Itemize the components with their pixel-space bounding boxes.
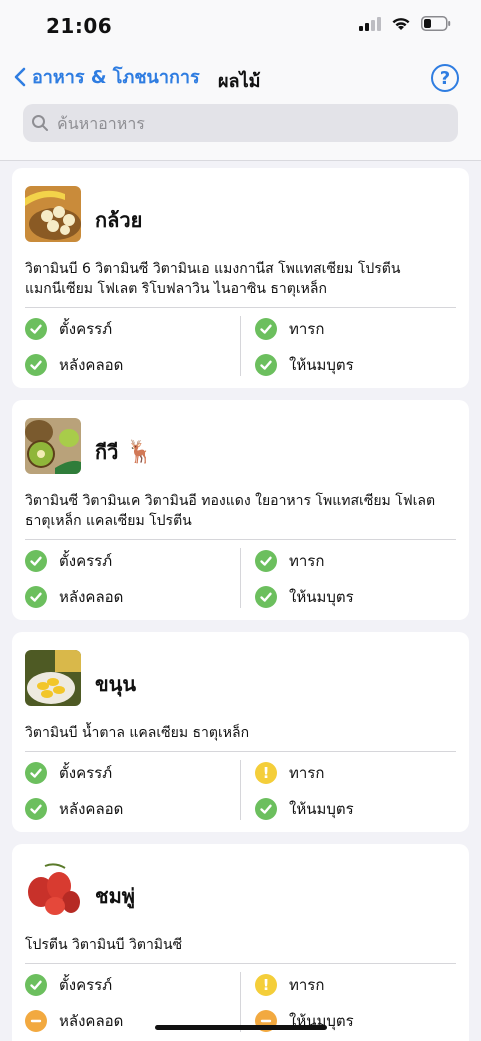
exclamation-icon: ! bbox=[255, 762, 277, 784]
status-postpartum: หลังคลอด bbox=[25, 1009, 123, 1033]
divider bbox=[25, 539, 456, 540]
food-name: ขนุน bbox=[95, 672, 137, 696]
status-pregnant: ตั้งครรภ์ bbox=[25, 973, 112, 997]
check-icon bbox=[25, 318, 47, 340]
food-nutrients: วิตามินบี น้ำตาล แคลเซียม ธาตุเหล็ก bbox=[25, 725, 250, 741]
check-icon bbox=[255, 318, 277, 340]
status-postpartum: หลังคลอด bbox=[25, 797, 123, 821]
food-image bbox=[25, 186, 81, 242]
check-icon bbox=[25, 974, 47, 996]
divider bbox=[240, 972, 241, 1032]
food-card-jackfruit[interactable]: ขนุน วิตามินบี น้ำตาล แคลเซียม ธาตุเหล็ก… bbox=[12, 632, 469, 832]
food-nutrients: โปรตีน วิตามินบี วิตามินซี bbox=[25, 937, 183, 953]
status-breastfeeding: ให้นมบุตร bbox=[255, 353, 354, 377]
check-icon bbox=[255, 354, 277, 376]
search-icon bbox=[32, 115, 48, 131]
food-name: ชมพู่ bbox=[95, 884, 135, 908]
chevron-left-icon bbox=[14, 67, 26, 86]
minus-icon bbox=[25, 1010, 47, 1032]
search-input[interactable] bbox=[55, 112, 439, 134]
back-label: อาหาร & โภชนาการ bbox=[32, 67, 200, 88]
check-icon bbox=[25, 354, 47, 376]
check-icon bbox=[255, 798, 277, 820]
divider bbox=[240, 548, 241, 608]
food-nutrients: วิตามินซี วิตามินเค วิตามินอี ทองแดง ใยอ… bbox=[25, 493, 436, 529]
food-name: กล้วย bbox=[95, 208, 143, 232]
status-breastfeeding: ให้นมบุตร bbox=[255, 585, 354, 609]
cellular-signal-icon bbox=[359, 16, 381, 31]
food-image bbox=[25, 418, 81, 474]
divider bbox=[240, 316, 241, 376]
top-bar: 21:06 อาหาร & โภชนาการ ผลไม้ ? bbox=[0, 0, 481, 161]
food-image bbox=[25, 862, 81, 918]
divider bbox=[25, 751, 456, 752]
check-icon bbox=[25, 798, 47, 820]
help-button[interactable]: ? bbox=[431, 64, 459, 92]
check-icon bbox=[25, 586, 47, 608]
status-time: 21:06 bbox=[46, 14, 113, 38]
status-postpartum: หลังคลอด bbox=[25, 585, 123, 609]
status-infant: ! ทารก bbox=[255, 973, 324, 997]
divider bbox=[25, 307, 456, 308]
food-nutrients: วิตามินบี 6 วิตามินซี วิตามินเอ แมงกานีส… bbox=[25, 261, 401, 297]
food-image bbox=[25, 650, 81, 706]
status-pregnant: ตั้งครรภ์ bbox=[25, 549, 112, 573]
check-icon bbox=[255, 550, 277, 572]
exclamation-icon: ! bbox=[255, 974, 277, 996]
battery-icon bbox=[421, 16, 451, 31]
check-icon bbox=[25, 550, 47, 572]
deer-emoji: 🦌 bbox=[126, 439, 154, 465]
divider bbox=[25, 963, 456, 964]
status-infant: ทารก bbox=[255, 317, 324, 341]
search-bar[interactable] bbox=[23, 104, 458, 142]
divider bbox=[240, 760, 241, 820]
check-icon bbox=[25, 762, 47, 784]
status-pregnant: ตั้งครรภ์ bbox=[25, 761, 112, 785]
food-card-rose-apple[interactable]: ชมพู่ โปรตีน วิตามินบี วิตามินซี ตั้งครร… bbox=[12, 844, 469, 1041]
status-pregnant: ตั้งครรภ์ bbox=[25, 317, 112, 341]
page-title: ผลไม้ bbox=[218, 71, 261, 92]
check-icon bbox=[255, 586, 277, 608]
food-card-banana[interactable]: กล้วย วิตามินบี 6 วิตามินซี วิตามินเอ แม… bbox=[12, 168, 469, 388]
wifi-icon bbox=[392, 18, 410, 30]
status-icons bbox=[359, 16, 451, 31]
back-button[interactable]: อาหาร & โภชนาการ bbox=[14, 62, 200, 91]
navigation-bar: อาหาร & โภชนาการ ผลไม้ ? bbox=[0, 62, 481, 96]
status-breastfeeding: ให้นมบุตร bbox=[255, 797, 354, 821]
status-postpartum: หลังคลอด bbox=[25, 353, 123, 377]
home-indicator[interactable] bbox=[155, 1025, 327, 1030]
status-infant: ทารก bbox=[255, 549, 324, 573]
status-infant: ! ทารก bbox=[255, 761, 324, 785]
food-card-kiwi[interactable]: กีวี 🦌 วิตามินซี วิตามินเค วิตามินอี ทอง… bbox=[12, 400, 469, 620]
food-name: กีวี 🦌 bbox=[95, 439, 154, 465]
